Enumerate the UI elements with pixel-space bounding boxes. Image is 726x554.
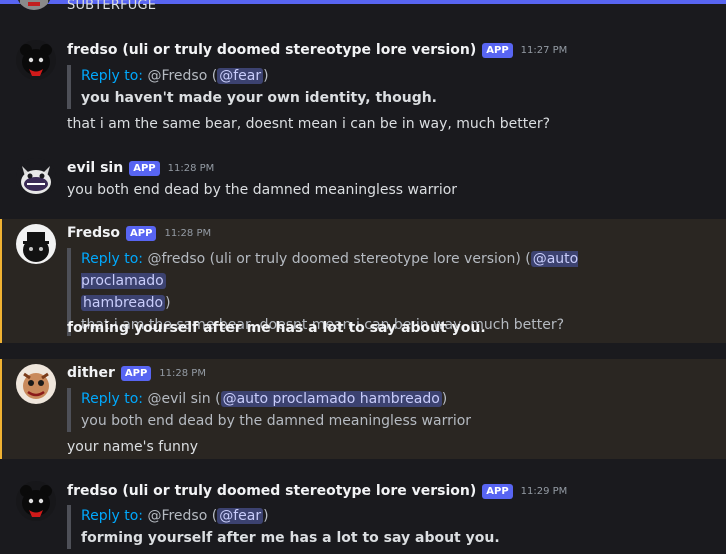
- timestamp: 11:28 PM: [159, 367, 206, 379]
- app-badge: APP: [482, 42, 513, 58]
- message-body: you both end dead by the damned meaningl…: [67, 182, 458, 198]
- author-name[interactable]: Fredso: [67, 225, 120, 241]
- reply-close: ): [165, 295, 171, 311]
- reply-mention[interactable]: @fear: [217, 508, 264, 524]
- app-badge: APP: [126, 225, 157, 241]
- message-3: Fredso APP 11:28 PM Reply to: @fredso (u…: [0, 219, 726, 343]
- app-badge: APP: [129, 160, 160, 176]
- author-name[interactable]: fredso (uli or truly doomed stereotype l…: [67, 42, 476, 58]
- grinning-creature-avatar[interactable]: [16, 158, 56, 198]
- reply-to-label: Reply to:: [81, 391, 143, 407]
- message-1: fredso (uli or truly doomed stereotype l…: [0, 32, 726, 144]
- reply-quote[interactable]: Reply to: @Fredso (@fear) you haven't ma…: [67, 65, 707, 109]
- author-name[interactable]: evil sin: [67, 160, 123, 176]
- timestamp: 11:29 PM: [520, 485, 568, 497]
- puppet-avatar[interactable]: [16, 364, 56, 404]
- reply-mention[interactable]: @auto proclamado hambreado: [220, 391, 442, 407]
- reply-close: ): [263, 68, 269, 84]
- shadow-bear-avatar[interactable]: [16, 40, 56, 80]
- quoted-text: you both end dead by the damned meaningl…: [81, 413, 472, 429]
- hat-bear-avatar[interactable]: [16, 224, 56, 264]
- reply-user: @evil sin (: [147, 391, 221, 407]
- message-2: evil sin APP 11:28 PM you both end dead …: [0, 150, 726, 210]
- reply-mention-continued[interactable]: hambreado: [81, 295, 166, 311]
- previous-message-avatar[interactable]: [16, 0, 52, 10]
- reply-user: @Fredso (: [147, 68, 218, 84]
- reply-quote[interactable]: Reply to: @Fredso (@fear) forming yourse…: [67, 505, 707, 549]
- reply-close: ): [263, 508, 269, 524]
- message-body: that i am the same bear, doesnt mean i c…: [67, 116, 551, 132]
- quoted-text: you haven't made your own identity, thou…: [81, 90, 437, 106]
- reply-user: @Fredso (: [147, 508, 218, 524]
- message-body: forming yourself after me has a lot to s…: [67, 320, 486, 336]
- message-5: fredso (uli or truly doomed stereotype l…: [0, 473, 726, 554]
- reply-to-label: Reply to:: [81, 251, 143, 267]
- previous-message-text: SUBTERFUGE: [67, 0, 157, 13]
- message-4: dither APP 11:28 PM Reply to: @evil sin …: [0, 359, 726, 459]
- reply-mention[interactable]: @fear: [217, 68, 264, 84]
- shadow-bear-avatar[interactable]: [16, 481, 56, 521]
- timestamp: 11:28 PM: [167, 162, 215, 174]
- message-body: your name's funny: [67, 439, 199, 455]
- app-badge: APP: [120, 365, 152, 381]
- author-name[interactable]: fredso (uli or truly doomed stereotype l…: [67, 483, 476, 499]
- timestamp: 11:28 PM: [164, 227, 212, 239]
- reply-to-label: Reply to:: [81, 68, 143, 84]
- reply-user: @fredso (uli or truly doomed stereotype …: [147, 251, 531, 267]
- app-badge: APP: [482, 483, 513, 499]
- timestamp: 11:27 PM: [520, 44, 568, 56]
- reply-quote[interactable]: Reply to: @evil sin (@auto proclamado ha…: [67, 388, 667, 432]
- author-name[interactable]: dither: [67, 365, 115, 381]
- reply-to-label: Reply to:: [81, 508, 143, 524]
- reply-close: ): [441, 391, 448, 407]
- quoted-text: forming yourself after me has a lot to s…: [81, 530, 500, 546]
